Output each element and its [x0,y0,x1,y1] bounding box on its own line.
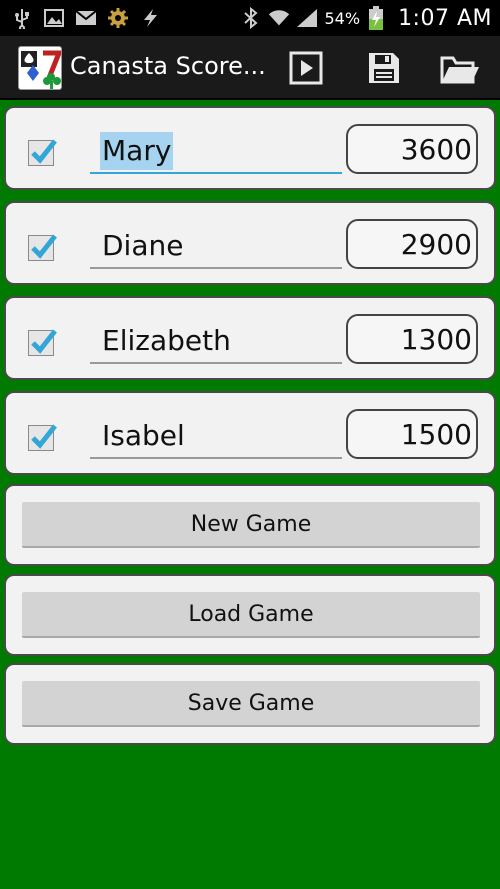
battery-percent: 54% [324,8,361,28]
player-score-text: 1300 [400,323,472,356]
checkmark-icon [31,424,57,449]
mail-icon [74,6,98,30]
system-icons: 54% 1:07 AM [239,2,493,34]
player-checkbox[interactable] [28,139,57,166]
player-name-input[interactable]: Diane [90,223,342,269]
save-button[interactable] [364,48,404,88]
load-game-card: Load Game [4,574,496,656]
player-row: Isabel 1500 [4,391,496,475]
new-game-button[interactable]: New Game [22,502,480,548]
player-name-text: Mary [100,132,174,170]
clock: 1:07 AM [398,5,492,31]
player-name-input[interactable]: Isabel [90,413,342,459]
player-row: Mary 3600 [4,106,496,190]
status-bar: 54% 1:07 AM [0,0,500,36]
open-folder-button[interactable] [440,48,480,88]
play-button[interactable] [286,48,326,88]
player-name-text: Isabel [102,419,185,452]
signal-icon [295,6,319,30]
wifi-icon [267,6,291,30]
player-row: Diane 2900 [4,201,496,285]
player-name-text: Elizabeth [102,324,231,357]
bluetooth-icon [239,6,263,30]
player-row: Elizabeth 1300 [4,296,496,380]
usb-icon [10,6,34,30]
checkmark-icon [31,329,57,354]
player-checkbox[interactable] [28,329,57,356]
folder-open-icon [440,56,479,84]
player-score-input[interactable]: 3600 [346,124,478,174]
checkmark-icon [31,234,57,259]
player-score-text: 1500 [400,418,472,451]
player-name-input[interactable]: Mary [90,128,342,174]
notification-icons [10,4,162,32]
player-name-input[interactable]: Elizabeth [90,318,342,364]
player-checkbox[interactable] [28,424,57,451]
new-game-card: New Game [4,484,496,566]
player-score-input[interactable]: 1500 [346,409,478,459]
save-game-card: Save Game [4,663,496,745]
play-icon [289,51,323,85]
action-bar: Canasta Score... [0,36,500,100]
app-logo [18,46,62,90]
app-title: Canasta Score... [70,52,266,80]
player-score-input[interactable]: 1300 [346,314,478,364]
player-name-text: Diane [102,229,184,262]
save-icon [369,53,399,83]
player-score-input[interactable]: 2900 [346,219,478,269]
battery-charging-icon [364,6,388,30]
settings-icon [106,6,130,30]
image-icon [42,6,66,30]
save-game-button[interactable]: Save Game [22,681,480,727]
player-checkbox[interactable] [28,234,57,261]
player-score-text: 2900 [400,228,472,261]
player-score-text: 3600 [400,133,472,166]
load-game-button[interactable]: Load Game [22,592,480,638]
flash-icon [138,6,162,30]
checkmark-icon [31,139,57,164]
